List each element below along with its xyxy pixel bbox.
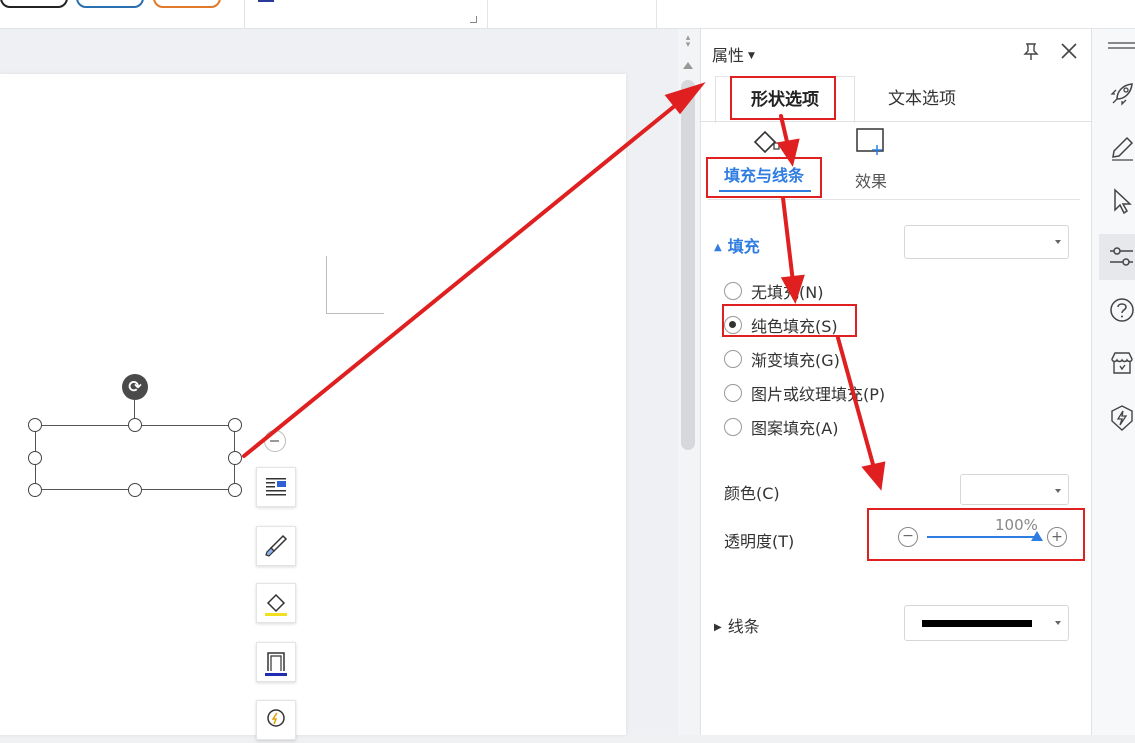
radio-pattern-fill[interactable]: 图案填充(A) — [724, 415, 838, 439]
panel-title: 属性 — [712, 46, 745, 65]
resize-handle[interactable] — [228, 451, 242, 465]
tab-text-options[interactable]: 文本选项 — [853, 76, 991, 122]
fill-section-label: 填充 — [727, 237, 760, 256]
toolbar-pill[interactable] — [153, 0, 221, 8]
radio-label: 图案填充(A) — [751, 419, 839, 438]
divider — [487, 0, 488, 28]
fill-color-icon — [265, 593, 287, 616]
radio-label: 无填充(N) — [751, 283, 824, 302]
radio-button[interactable] — [724, 384, 742, 402]
close-icon[interactable] — [1059, 41, 1079, 61]
radio-picture-fill[interactable]: 图片或纹理填充(P) — [724, 381, 885, 405]
help-icon[interactable] — [1109, 297, 1135, 323]
line-section-header[interactable]: ▶ 线条 — [714, 613, 760, 637]
radio-button[interactable] — [724, 282, 742, 300]
radio-label: 渐变填充(G) — [751, 351, 840, 370]
split-handle-icon[interactable]: ▴ ▾ — [682, 34, 694, 50]
scroll-up-icon[interactable] — [683, 62, 693, 69]
line-section-label: 线条 — [727, 617, 760, 636]
chevron-down-icon: ▼ — [748, 51, 755, 61]
divider — [700, 121, 1091, 122]
scrollbar-thumb[interactable] — [681, 80, 695, 450]
rail-grip — [1108, 42, 1135, 44]
chevron-down-icon — [1055, 621, 1061, 625]
shape-outline-button[interactable] — [256, 642, 296, 682]
effects-icon — [856, 128, 884, 155]
line-swatch — [922, 620, 1032, 627]
chevron-down-icon — [1055, 240, 1061, 244]
radio-button[interactable] — [724, 350, 742, 368]
fill-bucket-icon — [753, 130, 780, 154]
resize-handle[interactable] — [128, 418, 142, 432]
panel-title-dropdown[interactable]: 属性 ▼ — [712, 42, 755, 66]
radio-no-fill[interactable]: 无填充(N) — [724, 279, 823, 303]
cursor-icon[interactable] — [1111, 188, 1135, 214]
brush-icon — [265, 534, 288, 557]
settings-sliders-icon[interactable] — [1108, 244, 1135, 270]
dialog-launcher-icon[interactable] — [470, 16, 477, 23]
toolbar-pill[interactable] — [76, 0, 144, 8]
divider — [708, 199, 1080, 200]
shape-style-button[interactable] — [256, 526, 296, 566]
pen-icon[interactable] — [1109, 135, 1135, 161]
shop-icon[interactable] — [1109, 350, 1135, 376]
radio-label: 图片或纹理填充(P) — [751, 385, 886, 404]
expand-triangle-icon: ▶ — [714, 622, 722, 633]
selected-shape[interactable] — [35, 425, 235, 490]
color-dropdown[interactable] — [960, 474, 1069, 505]
text-wrap-icon — [266, 478, 286, 496]
toolbar-icon[interactable] — [258, 0, 274, 2]
idea-icon — [267, 709, 285, 727]
annotation-box-solid-fill — [722, 304, 857, 337]
resize-handle[interactable] — [228, 418, 242, 432]
smart-tip-button[interactable] — [256, 700, 296, 740]
document-page[interactable] — [0, 74, 626, 735]
subtab-effects[interactable]: 效果 — [843, 168, 899, 192]
color-label: 颜色(C) — [724, 484, 780, 503]
resize-handle[interactable] — [228, 483, 242, 497]
resize-handle[interactable] — [28, 418, 42, 432]
pin-icon[interactable] — [1020, 41, 1042, 63]
fill-section-header[interactable]: ▲ 填充 — [714, 233, 760, 257]
margin-marker — [326, 256, 384, 314]
collapse-triangle-icon: ▲ — [714, 242, 722, 253]
line-style-dropdown[interactable] — [904, 605, 1069, 641]
radio-button[interactable] — [724, 418, 742, 436]
shape-fill-button[interactable] — [256, 583, 296, 623]
divider — [244, 0, 245, 28]
text-wrap-button[interactable] — [256, 467, 296, 507]
rocket-icon[interactable] — [1109, 81, 1135, 107]
collapse-toolbar-button[interactable] — [264, 430, 286, 452]
divider — [656, 0, 657, 28]
fill-preset-dropdown[interactable] — [904, 225, 1069, 259]
annotation-box-fill-line — [706, 157, 822, 198]
lightning-icon[interactable] — [1109, 404, 1135, 432]
toolbar-strip — [0, 0, 1135, 29]
resize-handle[interactable] — [28, 451, 42, 465]
toolbar-pill[interactable] — [0, 0, 68, 8]
annotation-box-shape-options — [730, 76, 836, 120]
minus-icon — [270, 440, 279, 442]
rotate-icon[interactable]: ⟳ — [122, 374, 148, 400]
resize-handle[interactable] — [28, 483, 42, 497]
outline-icon — [265, 652, 287, 676]
resize-handle[interactable] — [128, 483, 142, 497]
radio-gradient-fill[interactable]: 渐变填充(G) — [724, 347, 840, 371]
transparency-label: 透明度(T) — [724, 532, 795, 551]
annotation-box-transparency — [867, 508, 1085, 561]
rail-grip — [1108, 47, 1135, 49]
chevron-down-icon — [1055, 489, 1061, 493]
